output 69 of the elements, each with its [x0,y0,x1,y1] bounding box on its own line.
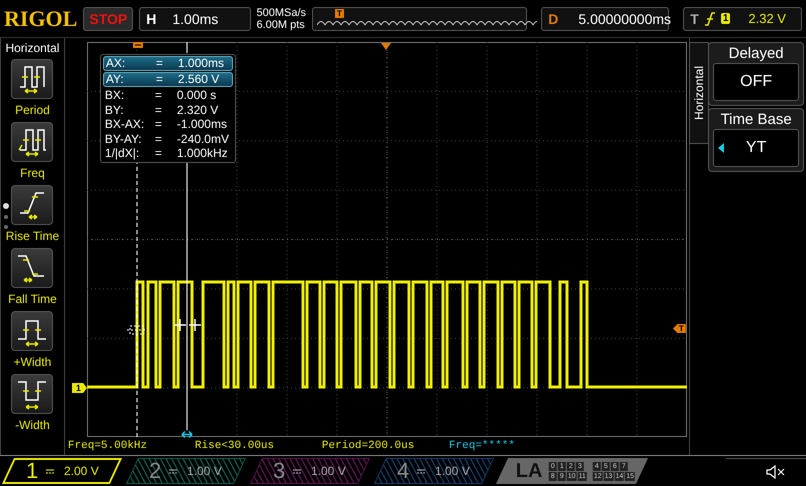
channel-marker: 1 [72,383,87,393]
readout-equals: = [154,146,163,160]
trigger-position-marker: T [335,8,344,18]
cursor-marker-icon [132,42,143,48]
crosshair-icon [126,322,148,338]
readout-equals: = [154,102,163,117]
measurement-value: Rise<30.00us [194,440,276,452]
trigger-label: T [690,10,699,26]
readout-value: 1.000kHz [176,146,229,160]
left-arrow-icon [718,143,724,153]
cursor-b-line[interactable] [186,42,188,430]
logo: RIGOL [4,6,78,32]
menu-option[interactable]: Delayed OFF [708,42,804,106]
crosshair-icon [173,318,202,332]
readout-label: BX: [104,88,126,102]
waveform-overview-icon [317,18,538,26]
readout-value: -240.0mV [176,132,230,146]
channel-tab[interactable]: 1 2.00 V [2,458,122,484]
menu-title: Horizontal [5,41,60,55]
channel-scale: 1.00 V [311,464,346,478]
channel-number: 1 [26,458,38,484]
readout-label: 1/|dX|: [104,146,140,160]
option-title: Time Base [720,111,793,129]
dc-coupling-icon [169,468,178,474]
readout-label: BX-AX: [104,117,146,132]
sample-rate: 500MSa/s [256,6,306,18]
trigger-level-marker: T [672,324,686,333]
trigger-level: 2.32 V [748,11,786,26]
readout-label: BY: [104,102,125,117]
dc-coupling-icon [293,468,302,474]
timebase-box[interactable]: H 1.00ms [139,6,250,30]
measurement-value: Freq=***** [448,440,516,452]
readout-value: 1.000ms [178,57,225,70]
menu-option[interactable]: Time Base YT [708,108,804,172]
measurement-value: Period=200.0us [322,440,416,452]
delay-box[interactable]: D 5.00000000ms [541,6,670,30]
dc-coupling-icon [417,468,426,474]
readout-label: BY-AY: [104,132,143,146]
delay-label: D [548,10,558,26]
trigger-source: 1 [720,13,730,24]
readout-equals: = [154,117,163,132]
timebase-value: 1.00ms [172,10,218,26]
trigger-box[interactable]: T 1 2.32 V [683,6,802,30]
channel-scale: 1.00 V [187,464,222,478]
readout-label: AY: [106,73,125,86]
readout-equals: = [156,73,164,86]
option-value: YT [713,129,800,167]
memory-depth: 6.00M pts [256,18,306,30]
readout-value: 0.000 s [176,88,218,102]
readout-value: -1.000ms [176,117,228,132]
channel-scale: 2.00 V [64,464,99,478]
option-value: OFF [713,63,800,101]
readout-label: AX: [106,57,126,70]
measurement-value: Freq=5.00kHz [68,440,148,452]
readout-equals: = [156,57,164,70]
readout-equals: = [154,132,163,146]
dc-coupling-icon [46,468,54,474]
rising-edge-icon [704,12,715,26]
trigger-position-icon [380,43,391,50]
muted-speaker-icon[interactable] [766,464,786,478]
readout-value: 2.320 V [176,102,220,117]
option-title: Delayed [728,45,785,63]
menu-tab[interactable]: Horizontal [689,42,710,144]
la-label: LA [516,460,543,482]
double-arrow-icon [180,431,193,438]
readout-value: 2.560 V [178,73,220,86]
delay-value: 5.00000000ms [578,10,672,26]
horizontal-label: H [146,10,156,26]
readout-equals: = [154,88,163,102]
